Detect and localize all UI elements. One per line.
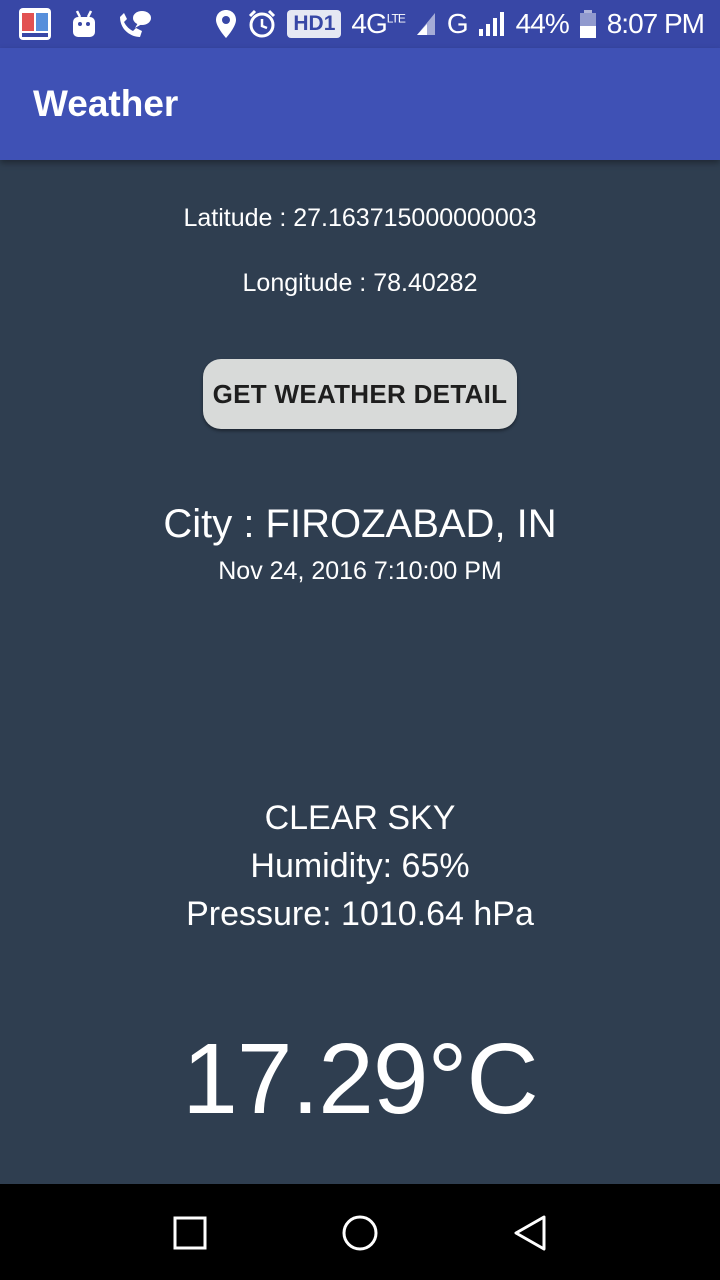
phone-chat-icon	[116, 9, 152, 39]
home-button[interactable]	[335, 1208, 385, 1258]
get-weather-detail-button[interactable]: GET WEATHER DETAIL	[203, 359, 517, 429]
longitude-text: Longitude : 78.40282	[242, 269, 478, 297]
location-icon	[215, 9, 237, 39]
temperature-text: 17.29°C	[182, 1023, 538, 1135]
condition-text: CLEAR SKY	[264, 799, 456, 837]
back-icon	[514, 1215, 546, 1251]
home-icon	[342, 1215, 378, 1251]
recents-icon	[173, 1216, 207, 1250]
app-bar: Weather	[0, 48, 720, 160]
battery-percent: 44%	[515, 8, 570, 39]
g-network-label: G	[446, 8, 469, 39]
recents-button[interactable]	[165, 1208, 215, 1258]
latitude-text: Latitude : 27.163715000000003	[183, 204, 537, 232]
network-type-label: 4GLTE	[351, 8, 406, 40]
battery-icon	[579, 9, 597, 39]
city-text: City : FIROZABAD, IN	[163, 502, 557, 546]
button-container: GET WEATHER DETAIL	[0, 359, 720, 429]
navigation-bar	[0, 1184, 720, 1280]
alarm-icon	[247, 9, 277, 39]
android-icon	[70, 9, 98, 39]
app-title: Weather	[33, 83, 179, 124]
main-content: Latitude : 27.163715000000003 Longitude …	[0, 160, 720, 1184]
signal-icon	[415, 11, 437, 37]
humidity-text: Humidity: 65%	[250, 847, 470, 885]
hd-voice-badge: HD1	[287, 10, 342, 38]
notification-icons	[18, 0, 152, 48]
status-bar: HD1 4GLTE G 44% 8:07 PM	[0, 0, 720, 48]
clock: 8:07 PM	[606, 8, 705, 39]
network-type: 4G	[351, 8, 387, 39]
signal-strength-icon	[478, 11, 506, 37]
back-button[interactable]	[505, 1208, 555, 1258]
system-icons: HD1 4GLTE G 44% 8:07 PM	[215, 0, 705, 48]
network-sub: LTE	[386, 11, 406, 26]
app-icon	[18, 7, 52, 41]
datetime-text: Nov 24, 2016 7:10:00 PM	[218, 557, 502, 585]
pressure-text: Pressure: 1010.64 hPa	[186, 895, 534, 933]
